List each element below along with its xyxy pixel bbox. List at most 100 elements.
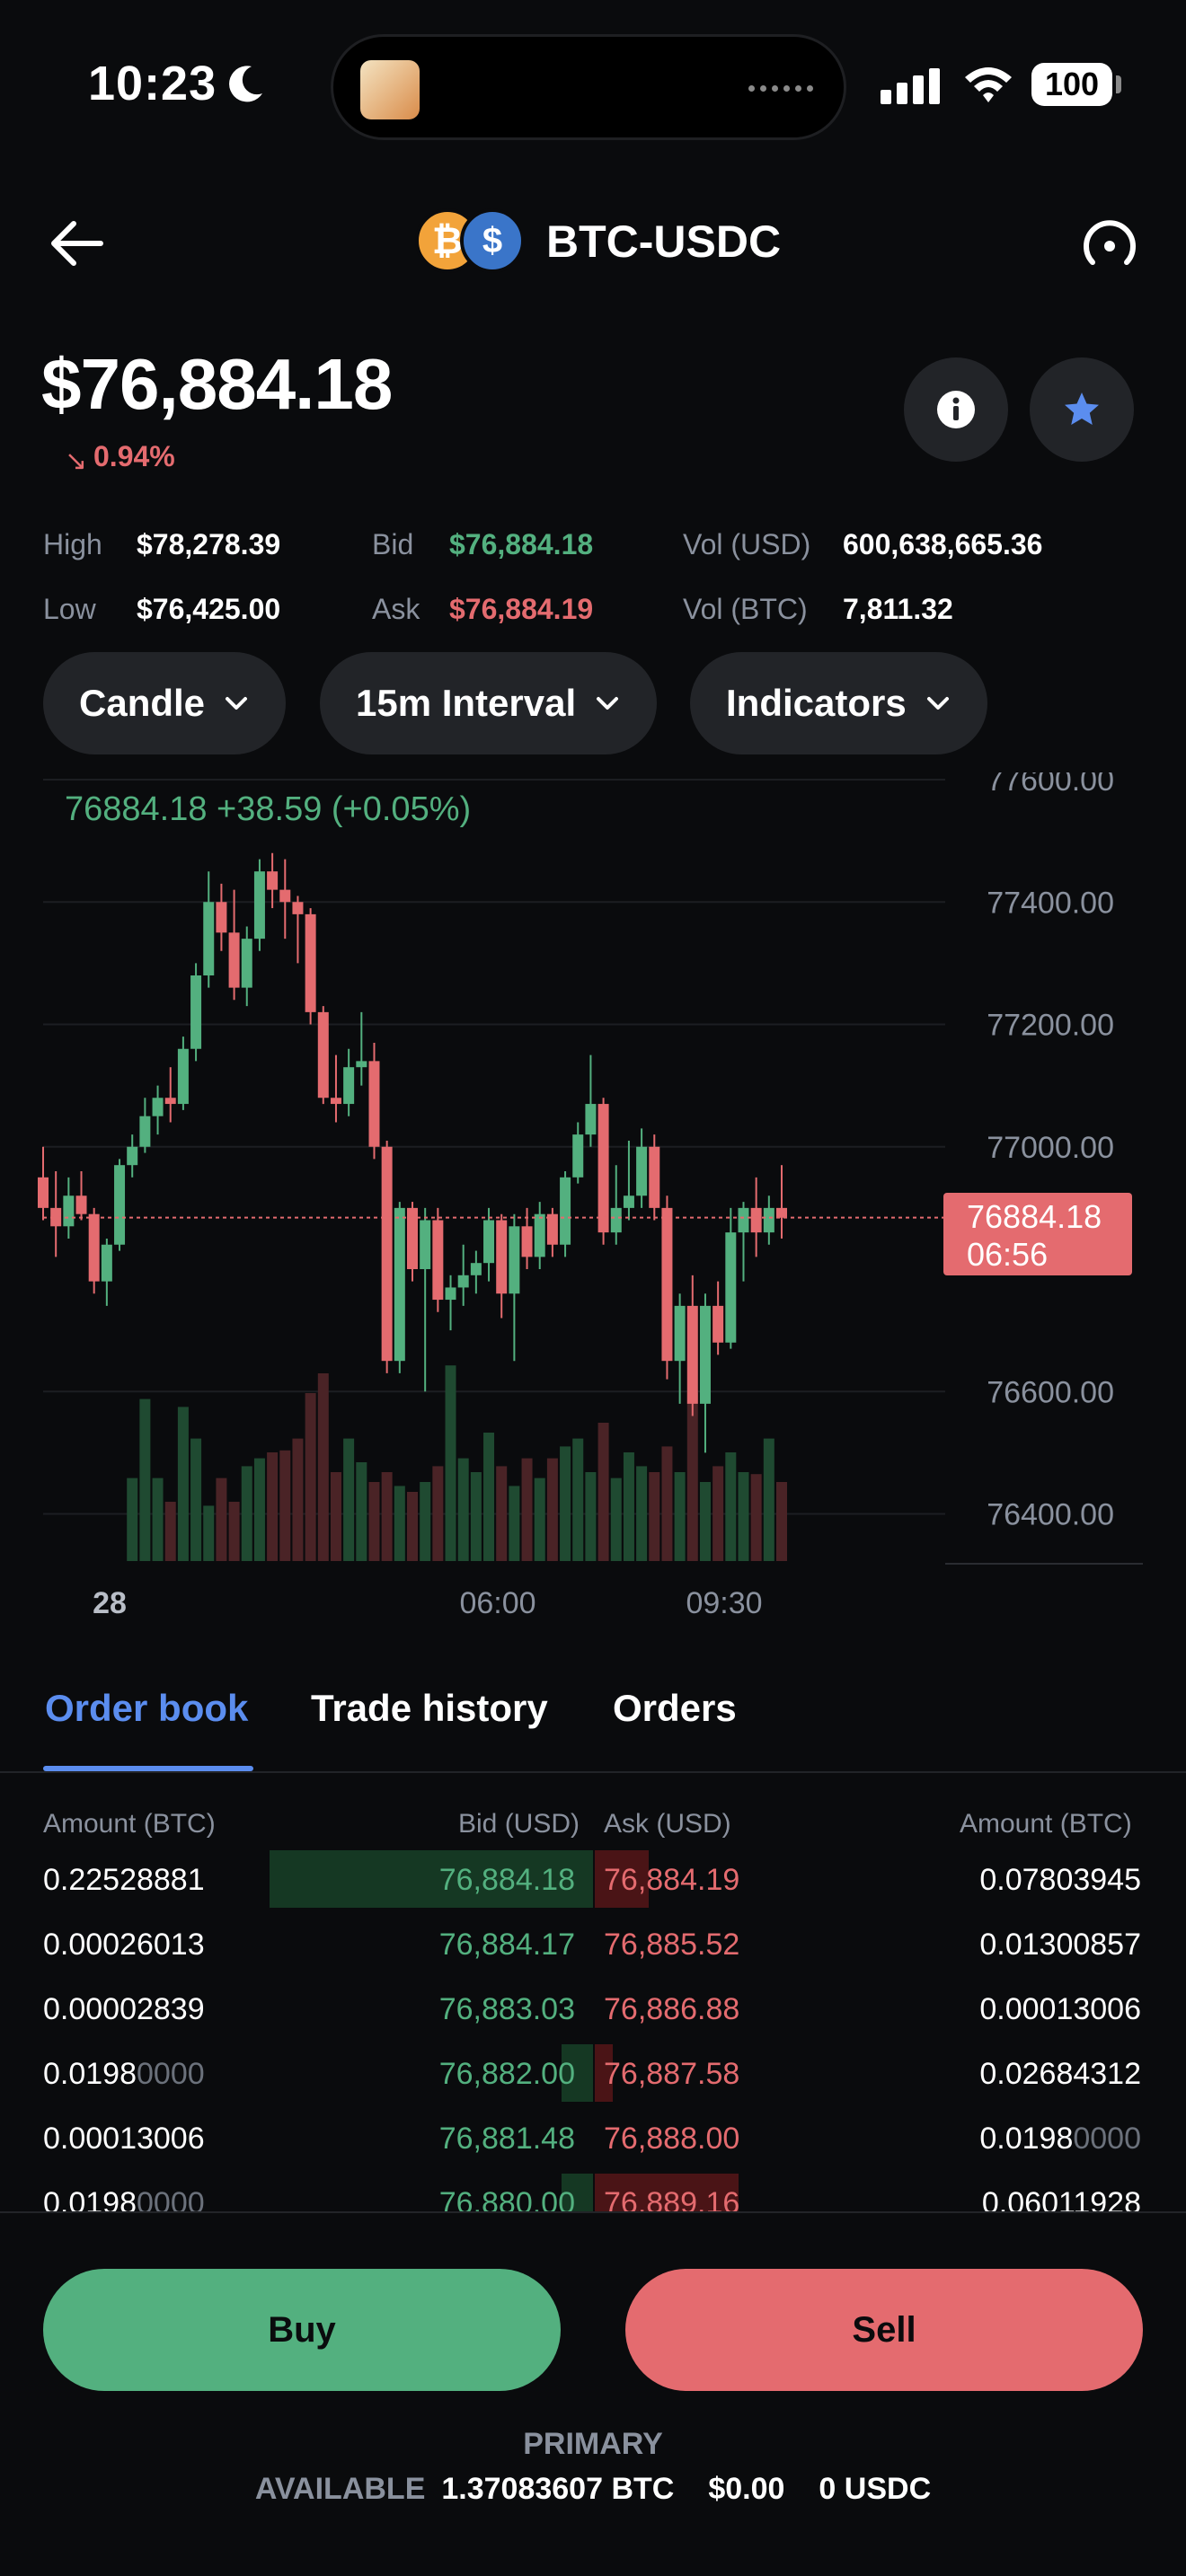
candle-body (139, 1116, 151, 1147)
candle-body (381, 1146, 393, 1362)
candle-body (368, 1061, 380, 1147)
volume-bar (381, 1472, 393, 1561)
candle-body (560, 1177, 571, 1245)
volume-bar (127, 1478, 138, 1561)
chart-type-dropdown[interactable]: Candle (43, 652, 287, 754)
order-book-row[interactable]: 0.00002839 76,883.03 76,886.88 0.00013006 (0, 1980, 1186, 2044)
ask-price: 76,888.00 (604, 2122, 740, 2156)
interval-dropdown[interactable]: 15m Interval (320, 652, 658, 754)
volume-bar (164, 1502, 176, 1561)
x-tick-label: 06:00 (459, 1586, 535, 1617)
buy-button[interactable]: Buy (43, 2269, 561, 2391)
volume-bar (636, 1466, 648, 1561)
volume-bar (610, 1478, 622, 1561)
y-tick-label: 77000.00 (987, 1131, 1114, 1165)
volume-bar (509, 1486, 520, 1561)
favorite-button[interactable] (1030, 357, 1134, 462)
ask-price: 76,886.88 (604, 1992, 740, 2026)
volume-bar (763, 1438, 774, 1561)
volume-bar (712, 1466, 724, 1561)
volume-bar (725, 1452, 737, 1561)
candle-body (101, 1244, 112, 1282)
candle-body (330, 1098, 341, 1105)
order-book-row[interactable]: 0.00013006 76,881.48 76,888.00 0.01980000 (0, 2109, 1186, 2174)
volume-bar (152, 1478, 164, 1561)
volume-bar (572, 1438, 584, 1561)
x-tick-label: 09:30 (686, 1586, 762, 1617)
candle-body (712, 1305, 724, 1343)
volume-bar (585, 1472, 597, 1561)
candle-body (343, 1067, 355, 1105)
ask-amount: 0.07803945 (979, 1863, 1141, 1897)
down-arrow-icon: ↘ (65, 446, 88, 476)
volume-bar (661, 1446, 673, 1561)
bid-amount: 0.00026013 (43, 1928, 205, 1962)
candle-body (203, 902, 215, 975)
candle-body (457, 1275, 469, 1288)
candle-body (534, 1213, 545, 1257)
ob-header-bid: Bid (USD) (458, 1809, 580, 1839)
ob-header-amount-right: Amount (BTC) (960, 1809, 1132, 1839)
y-tick-label: 77600.00 (987, 772, 1114, 798)
status-time: 10:23 (88, 57, 217, 110)
candle-body (623, 1195, 634, 1208)
order-book-list[interactable]: 0.22528881 76,884.18 76,884.19 0.07803945 0.… (0, 1850, 1186, 2213)
info-button[interactable] (904, 357, 1008, 462)
battery-indicator: 100 (1031, 63, 1112, 106)
candle-body (164, 1098, 176, 1105)
vol-usd-value: 600,638,665.36 (843, 528, 1043, 560)
ask-amount: 0.02684312 (979, 2057, 1141, 2091)
bottom-divider (0, 2211, 1186, 2213)
low-label: Low (43, 593, 96, 625)
candle-body (738, 1207, 749, 1233)
back-arrow-icon[interactable] (45, 212, 108, 275)
ask-amount: 0.06011928 (981, 2186, 1141, 2213)
volume-bar (139, 1398, 151, 1561)
chevron-down-icon (926, 697, 949, 710)
candle-body (228, 932, 240, 988)
indicators-dropdown[interactable]: Indicators (690, 652, 987, 754)
high-value: $78,278.39 (137, 528, 281, 560)
tab-orders[interactable]: Orders (613, 1687, 737, 1730)
trade-screen: 10:23 100 ₿ $ BTC-USDC $76,884.18 ↘ 0.94… (0, 0, 1186, 2576)
order-book-row[interactable]: 0.22528881 76,884.18 76,884.19 0.07803945 (0, 1850, 1186, 1915)
tab-order-book[interactable]: Order book (45, 1687, 248, 1730)
volume-bar (279, 1450, 291, 1561)
pair-title: BTC-USDC (546, 216, 782, 267)
gauge-icon[interactable] (1078, 212, 1141, 275)
app-thumbnail-icon (360, 60, 420, 119)
ask-amount: 0.01300857 (979, 1928, 1141, 1962)
available-btc: 1.37083607 BTC (441, 2472, 675, 2506)
candle-body (241, 939, 252, 988)
candle-body (585, 1104, 597, 1135)
volume-bar (420, 1482, 431, 1561)
portfolio-name[interactable]: PRIMARY (0, 2427, 1186, 2462)
vol-btc-label: Vol (BTC) (683, 593, 808, 625)
volume-bar (305, 1393, 316, 1561)
candle-body (88, 1213, 100, 1282)
candle-body (420, 1220, 431, 1269)
candle-body (279, 889, 291, 903)
volume-bar (292, 1438, 304, 1561)
order-book-row[interactable]: 0.00026013 76,884.17 76,885.52 0.01300857 (0, 1915, 1186, 1980)
candle-body (152, 1098, 164, 1116)
bid-amount: 0.01980000 (43, 2057, 205, 2091)
sell-button[interactable]: Sell (625, 2269, 1143, 2391)
ask-value: $76,884.19 (449, 593, 594, 625)
volume-bar (203, 1505, 215, 1561)
bid-price: 76,882.00 (438, 2057, 575, 2091)
candle-body (496, 1220, 508, 1294)
ask-price: 76,887.58 (604, 2057, 740, 2091)
last-price-tag: 76884.18 06:56 (943, 1193, 1132, 1275)
cellular-signal-icon (881, 68, 940, 104)
candle-body (699, 1305, 711, 1404)
volume-bar (228, 1502, 240, 1561)
order-book-row[interactable]: 0.01980000 76,882.00 76,887.58 0.02684312 (0, 2044, 1186, 2109)
bid-price: 76,883.03 (438, 1992, 575, 2026)
moon-icon (229, 66, 262, 102)
tab-trade-history[interactable]: Trade history (311, 1687, 548, 1730)
bid-value: $76,884.18 (449, 528, 594, 560)
ask-amount: 0.00013006 (979, 1992, 1141, 2026)
order-book-row[interactable]: 0.01980000 76,880.00 76,889.16 0.06011928 (0, 2174, 1186, 2213)
volume-bar (267, 1452, 279, 1561)
